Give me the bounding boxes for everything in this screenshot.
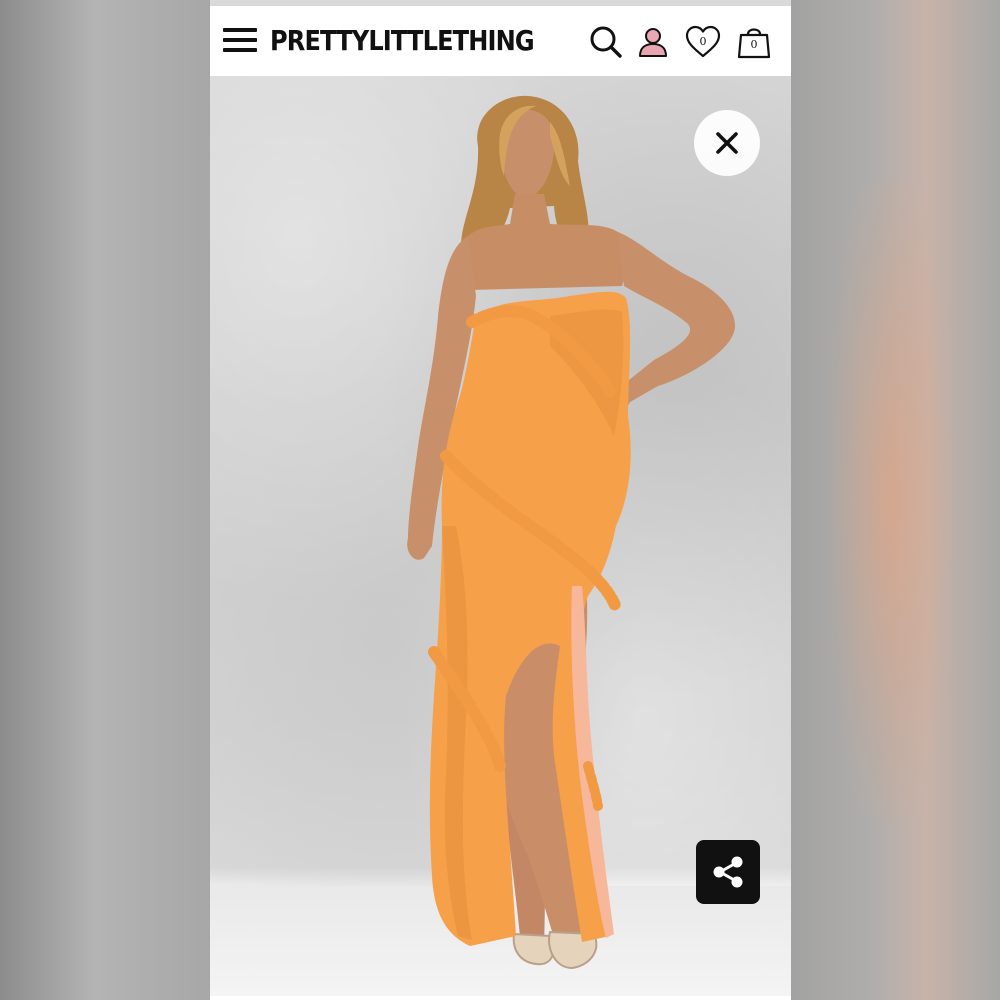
search-icon[interactable] xyxy=(587,23,625,61)
close-icon xyxy=(716,132,738,154)
backdrop-right xyxy=(790,0,1000,1000)
share-icon xyxy=(713,856,743,888)
share-button[interactable] xyxy=(696,840,760,904)
app-screen: PRETTYLITTLETHING 0 0 xyxy=(210,0,791,1000)
site-header: PRETTYLITTLETHING 0 0 xyxy=(210,6,791,76)
backdrop-left xyxy=(0,0,210,1000)
close-button[interactable] xyxy=(694,110,760,176)
shopping-bag-icon[interactable]: 0 xyxy=(735,23,773,61)
brand-logo[interactable]: PRETTYLITTLETHING xyxy=(270,22,535,60)
menu-icon[interactable] xyxy=(223,26,257,56)
bag-count: 0 xyxy=(750,38,758,51)
wishlist-heart-icon[interactable]: 0 xyxy=(684,23,722,61)
product-image[interactable] xyxy=(210,76,791,996)
wishlist-count: 0 xyxy=(699,35,707,48)
account-icon[interactable] xyxy=(634,23,672,61)
